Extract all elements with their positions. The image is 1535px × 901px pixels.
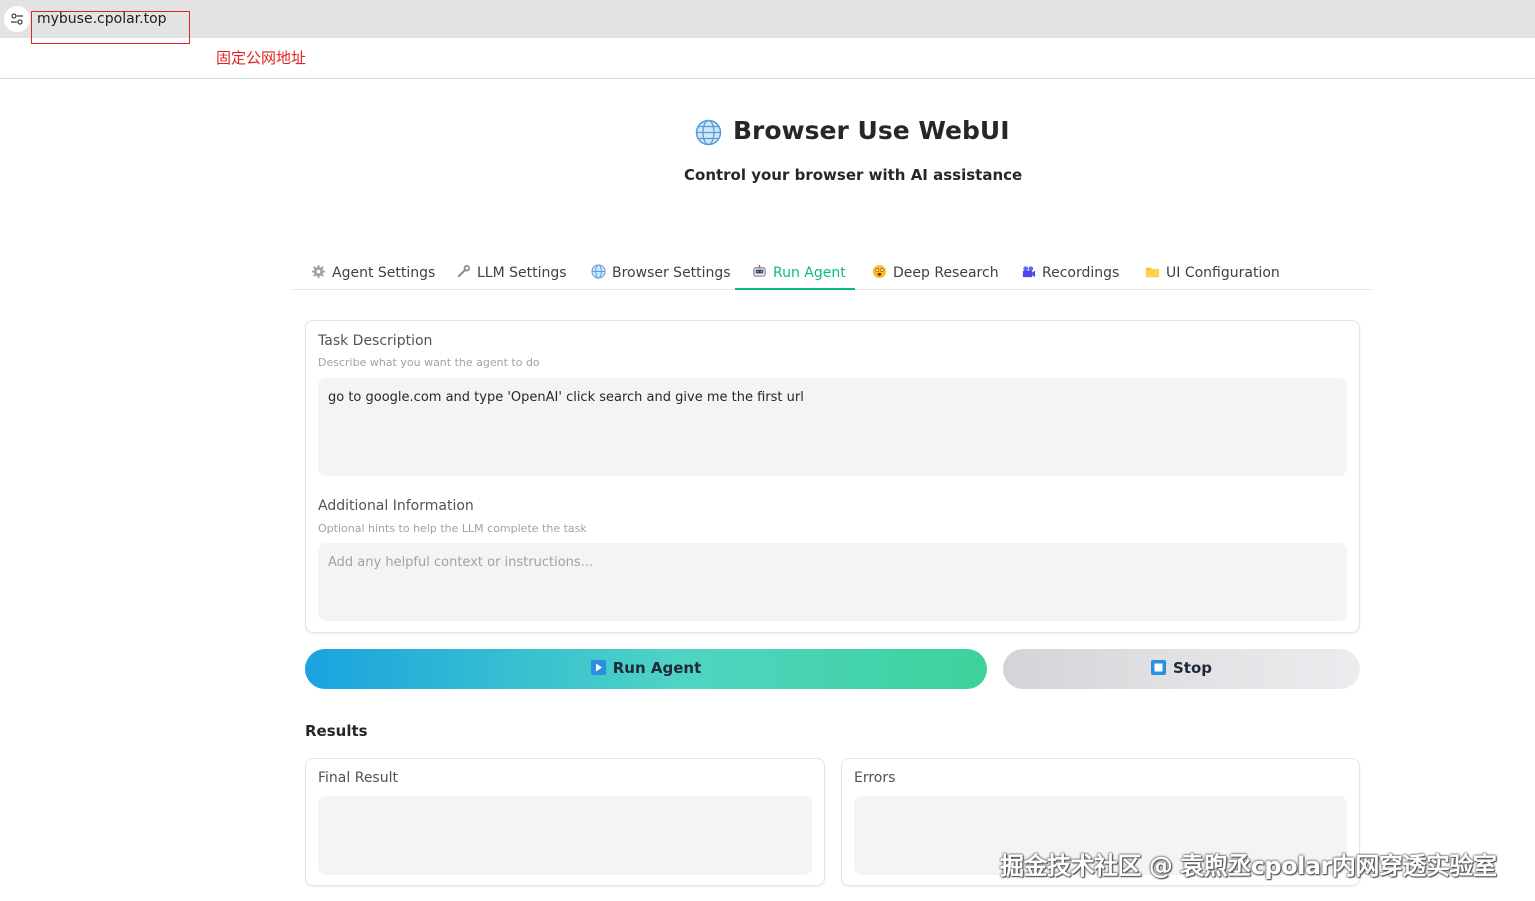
gear-icon xyxy=(311,264,326,279)
tab-ui-configuration[interactable]: UI Configuration xyxy=(1145,258,1280,290)
stop-button[interactable]: Stop xyxy=(1003,649,1360,689)
folder-icon xyxy=(1145,267,1160,278)
tab-browser-settings[interactable]: Browser Settings xyxy=(591,258,731,290)
stop-label: Stop xyxy=(1172,658,1213,677)
results-heading: Results xyxy=(305,722,368,740)
additional-info-hint: Optional hints to help the LLM complete … xyxy=(318,522,587,535)
tune-icon xyxy=(11,13,23,25)
task-description-input[interactable] xyxy=(318,378,1347,476)
final-result-label: Final Result xyxy=(318,770,398,786)
task-description-label: Task Description xyxy=(318,333,433,349)
camera-icon xyxy=(1022,266,1036,278)
page-divider xyxy=(0,78,1535,79)
run-agent-label: Run Agent xyxy=(612,658,702,677)
wrench-icon xyxy=(457,265,470,278)
tab-label: UI Configuration xyxy=(1166,265,1280,281)
annotation-label: 固定公网地址 xyxy=(216,49,307,67)
globe-icon xyxy=(695,119,722,146)
final-result-output[interactable] xyxy=(318,796,812,875)
tab-label: LLM Settings xyxy=(477,265,567,281)
play-icon xyxy=(590,660,606,676)
face-icon xyxy=(872,264,887,279)
watermark-text: 掘金技术社区 @ 袁煦丞cpolar内网穿透实验室 xyxy=(1000,852,1497,880)
tab-run-agent[interactable]: Run Agent xyxy=(735,258,855,290)
tab-agent-settings[interactable]: Agent Settings xyxy=(311,258,441,290)
page-subtitle: Control your browser with AI assistance xyxy=(684,166,1023,184)
tab-label: Deep Research xyxy=(893,265,999,281)
tab-llm-settings[interactable]: LLM Settings xyxy=(456,258,567,290)
tab-label: Run Agent xyxy=(773,265,846,281)
tab-label: Browser Settings xyxy=(612,265,731,281)
url-highlight-box xyxy=(31,11,190,44)
browser-address-bar: mybuse.cpolar.top xyxy=(0,0,1535,38)
task-description-hint: Describe what you want the agent to do xyxy=(318,356,540,369)
additional-info-label: Additional Information xyxy=(318,498,474,514)
additional-info-input[interactable] xyxy=(318,543,1347,621)
globe-icon xyxy=(591,264,606,279)
run-agent-button[interactable]: Run Agent xyxy=(305,649,987,689)
final-result-panel: Final Result xyxy=(305,758,825,886)
page-title: Browser Use WebUI xyxy=(733,116,1010,145)
tab-bar: Agent Settings LLM Settings Browser Sett… xyxy=(292,258,1372,290)
tab-recordings[interactable]: Recordings xyxy=(1021,258,1119,290)
errors-label: Errors xyxy=(854,770,896,786)
task-panel: Task Description Describe what you want … xyxy=(305,320,1360,633)
tab-deep-research[interactable]: Deep Research xyxy=(872,258,999,290)
stop-icon xyxy=(1150,660,1166,676)
tab-label: Recordings xyxy=(1042,265,1120,281)
site-settings-button[interactable] xyxy=(4,6,30,32)
tab-label: Agent Settings xyxy=(332,265,436,281)
robot-icon xyxy=(753,264,766,277)
